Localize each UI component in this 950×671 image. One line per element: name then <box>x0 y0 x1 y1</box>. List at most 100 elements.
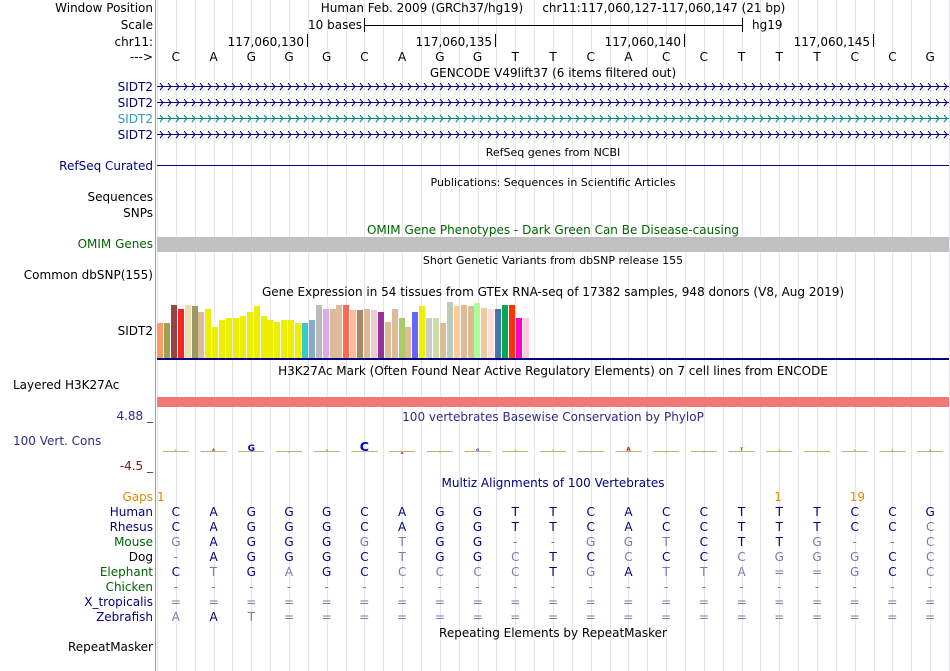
gtex-tissue-bar[interactable] <box>502 305 508 358</box>
gtex-tissue-bar[interactable] <box>433 318 439 358</box>
gtex-tissue-bar[interactable] <box>261 316 267 358</box>
gtex-bar-chart[interactable] <box>157 300 949 358</box>
gtex-tissue-bar[interactable] <box>302 323 308 358</box>
gtex-tissue-bar[interactable] <box>474 303 480 358</box>
gtex-tissue-bar[interactable] <box>198 312 204 358</box>
gtex-tissue-bar[interactable] <box>192 306 198 358</box>
tracks-panel[interactable]: Human Feb. 2009 (GRCh37/hg19) chr11:117,… <box>157 0 949 671</box>
gtex-tissue-bar[interactable] <box>336 305 342 358</box>
gtex-tissue-bar[interactable] <box>378 312 384 358</box>
gtex-tissue-bar[interactable] <box>426 318 432 358</box>
refseq-gene-line[interactable] <box>157 165 949 166</box>
repeatmasker-label[interactable]: RepeatMasker <box>68 640 153 654</box>
gtex-tissue-bar[interactable] <box>461 305 467 358</box>
gtex-tissue-bar[interactable] <box>516 318 522 358</box>
gtex-tissue-bar[interactable] <box>226 318 232 358</box>
omim-genes-label[interactable]: OMIM Genes <box>78 237 153 251</box>
snps-label[interactable]: SNPs <box>123 206 153 220</box>
gtex-tissue-bar[interactable] <box>412 312 418 358</box>
species-label-elephant[interactable]: Elephant <box>100 565 153 579</box>
aligned-base: G <box>850 550 860 564</box>
gtex-tissue-bar[interactable] <box>254 306 260 358</box>
omim-track-title[interactable]: OMIM Gene Phenotypes - Dark Green Can Be… <box>157 223 949 237</box>
gtex-tissue-bar[interactable] <box>371 310 377 358</box>
multiz-track-title[interactable]: Multiz Alignments of 100 Vertebrates <box>157 476 949 490</box>
gtex-tissue-bar[interactable] <box>364 309 370 358</box>
gtex-tissue-bar[interactable] <box>274 322 280 358</box>
gtex-tissue-bar[interactable] <box>488 309 494 358</box>
gencode-transcript-sidt2[interactable] <box>157 112 949 125</box>
gtex-tissue-bar[interactable] <box>247 312 253 358</box>
gtex-tissue-bar[interactable] <box>481 308 487 358</box>
gtex-tissue-bar[interactable] <box>309 320 315 358</box>
gtex-tissue-bar[interactable] <box>205 309 211 358</box>
gtex-tissue-bar[interactable] <box>447 302 453 358</box>
gtex-tissue-bar[interactable] <box>219 320 225 358</box>
omim-gene-bar[interactable] <box>157 237 949 252</box>
gtex-tissue-bar[interactable] <box>157 323 163 358</box>
gtex-tissue-bar[interactable] <box>392 309 398 358</box>
gap-count: 1 <box>774 490 782 504</box>
gtex-tissue-bar[interactable] <box>240 316 246 358</box>
species-label-zebrafish[interactable]: Zebrafish <box>96 610 153 624</box>
gencode-transcript-sidt2[interactable] <box>157 128 949 141</box>
gtex-tissue-bar[interactable] <box>523 318 529 358</box>
gtex-tissue-bar[interactable] <box>468 306 474 358</box>
aligned-base: C <box>360 550 369 564</box>
gtex-tissue-bar[interactable] <box>316 305 322 358</box>
gtex-tissue-bar[interactable] <box>495 309 501 358</box>
publications-track-title[interactable]: Publications: Sequences in Scientific Ar… <box>157 176 949 190</box>
h3k27ac-label[interactable]: Layered H3K27Ac <box>13 378 119 392</box>
gtex-tissue-bar[interactable] <box>385 322 391 358</box>
gtex-tissue-bar[interactable] <box>509 305 515 358</box>
gene-label-sidt2[interactable]: SIDT2 <box>118 112 153 126</box>
gtex-tissue-bar[interactable] <box>164 323 170 358</box>
gtex-tissue-bar[interactable] <box>440 323 446 358</box>
gtex-tissue-bar[interactable] <box>295 323 301 358</box>
gtex-track-title[interactable]: Gene Expression in 54 tissues from GTEx … <box>157 285 949 299</box>
species-label-chicken[interactable]: Chicken <box>106 580 153 594</box>
gene-label-sidt2[interactable]: SIDT2 <box>118 96 153 110</box>
gtex-tissue-bar[interactable] <box>178 309 184 358</box>
gencode-transcript-sidt2[interactable] <box>157 96 949 109</box>
gtex-tissue-bar[interactable] <box>419 306 425 358</box>
gtex-gene-label[interactable]: SIDT2 <box>118 324 153 338</box>
species-label-rhesus[interactable]: Rhesus <box>110 520 153 534</box>
gtex-tissue-bar[interactable] <box>399 318 405 358</box>
h3k27ac-track-title[interactable]: H3K27Ac Mark (Often Found Near Active Re… <box>157 364 949 378</box>
gtex-tissue-bar[interactable] <box>357 310 363 358</box>
gtex-tissue-bar[interactable] <box>323 309 329 358</box>
gencode-track-title[interactable]: GENCODE V49lift37 (6 items filtered out) <box>157 66 949 80</box>
gtex-tissue-bar[interactable] <box>267 320 273 358</box>
gtex-tissue-bar[interactable] <box>185 305 191 358</box>
gtex-tissue-bar[interactable] <box>343 305 349 358</box>
gtex-tissue-bar[interactable] <box>171 305 177 358</box>
species-label-mouse[interactable]: Mouse <box>114 535 153 549</box>
gtex-tissue-bar[interactable] <box>454 306 460 358</box>
phylop-logo[interactable]: CAGGGCAGGTTCACCTTTCCG <box>157 425 949 470</box>
phylop-track-label[interactable]: 100 Vert. Cons <box>13 434 101 448</box>
species-label-x_tropicalis[interactable]: X_tropicalis <box>84 595 153 609</box>
phylop-track-title[interactable]: 100 vertebrates Basewise Conservation by… <box>157 410 949 424</box>
gtex-tissue-bar[interactable] <box>350 310 356 358</box>
h3k27ac-signal-bar[interactable] <box>157 397 949 407</box>
sequences-label[interactable]: Sequences <box>88 190 153 204</box>
repeatmasker-track-title[interactable]: Repeating Elements by RepeatMasker <box>157 626 949 640</box>
gene-label-sidt2[interactable]: SIDT2 <box>118 128 153 142</box>
dbsnp-track-title[interactable]: Short Genetic Variants from dbSNP releas… <box>157 254 949 268</box>
gtex-tissue-bar[interactable] <box>212 327 218 358</box>
gtex-tissue-bar[interactable] <box>288 320 294 358</box>
gtex-tissue-bar[interactable] <box>281 320 287 358</box>
gene-label-sidt2[interactable]: SIDT2 <box>118 80 153 94</box>
gtex-tissue-bar[interactable] <box>233 318 239 358</box>
refseq-curated-label[interactable]: RefSeq Curated <box>59 159 153 173</box>
gtex-tissue-bar[interactable] <box>405 327 411 358</box>
species-label-human[interactable]: Human <box>110 505 153 519</box>
gencode-transcript-sidt2[interactable] <box>157 80 949 93</box>
species-label-dog[interactable]: Dog <box>129 550 153 564</box>
aligned-base: A <box>737 565 746 579</box>
refseq-track-title[interactable]: RefSeq genes from NCBI <box>157 146 949 160</box>
common-dbsnp-label[interactable]: Common dbSNP(155) <box>24 268 153 282</box>
gtex-tissue-bar[interactable] <box>330 309 336 358</box>
reference-base: T <box>511 50 519 64</box>
